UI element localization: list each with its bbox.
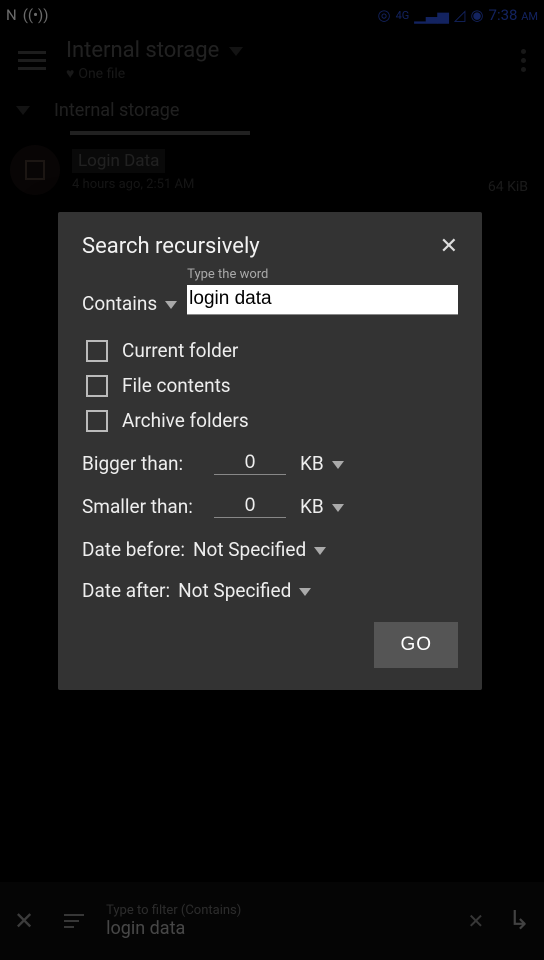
- checkbox-icon: [86, 340, 108, 362]
- filter-submit-icon[interactable]: ↳: [508, 906, 530, 936]
- filter-value: login data: [106, 918, 467, 939]
- checkbox-archive-folders[interactable]: Archive folders: [86, 409, 458, 432]
- chevron-down-icon: [314, 547, 326, 555]
- date-after-label: Date after:: [82, 579, 170, 602]
- smaller-unit-dropdown[interactable]: KB: [300, 495, 344, 518]
- chevron-down-icon: [332, 461, 344, 469]
- filter-close-icon[interactable]: ✕: [14, 907, 34, 935]
- checkbox-icon: [86, 410, 108, 432]
- bigger-unit-dropdown[interactable]: KB: [300, 452, 344, 475]
- date-after-dropdown[interactable]: Not Specified: [178, 579, 311, 602]
- filter-input[interactable]: Type to filter (Contains) login data: [106, 903, 467, 939]
- filter-sort-icon[interactable]: [64, 914, 84, 928]
- search-mode-dropdown[interactable]: Contains: [82, 292, 177, 315]
- search-input-hint: Type the word: [187, 267, 268, 282]
- search-input[interactable]: [187, 285, 458, 315]
- bigger-than-label: Bigger than:: [82, 452, 200, 475]
- close-icon[interactable]: ✕: [440, 234, 458, 259]
- chevron-down-icon: [165, 301, 177, 309]
- date-before-dropdown[interactable]: Not Specified: [193, 538, 326, 561]
- filter-bar: ✕ Type to filter (Contains) login data ✕…: [0, 882, 544, 960]
- filter-clear-icon[interactable]: ✕: [467, 909, 484, 933]
- dialog-title: Search recursively: [82, 234, 260, 259]
- checkbox-icon: [86, 375, 108, 397]
- smaller-than-label: Smaller than:: [82, 495, 200, 518]
- checkbox-current-folder[interactable]: Current folder: [86, 339, 458, 362]
- bigger-than-input[interactable]: [214, 452, 286, 475]
- checkbox-file-contents[interactable]: File contents: [86, 374, 458, 397]
- go-button[interactable]: GO: [374, 622, 458, 668]
- chevron-down-icon: [299, 588, 311, 596]
- chevron-down-icon: [332, 504, 344, 512]
- filter-hint: Type to filter (Contains): [106, 903, 467, 918]
- search-dialog: Search recursively ✕ Contains Type the w…: [58, 212, 482, 690]
- smaller-than-input[interactable]: [214, 495, 286, 518]
- date-before-label: Date before:: [82, 538, 185, 561]
